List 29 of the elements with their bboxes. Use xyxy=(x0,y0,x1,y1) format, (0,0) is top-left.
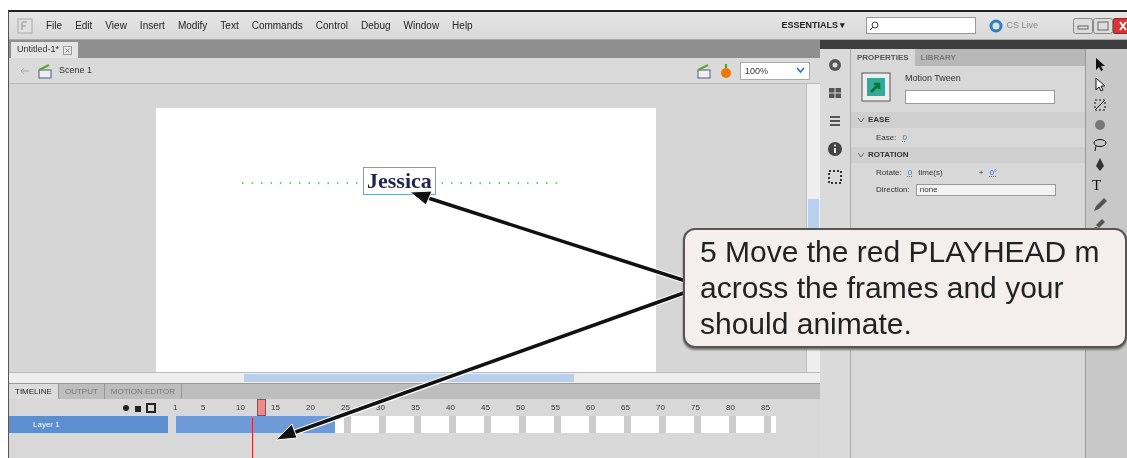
frame-number: 45 xyxy=(481,402,490,414)
frame-number: 85 xyxy=(761,402,770,414)
frame-number: 10 xyxy=(236,402,245,414)
sign-label: + xyxy=(978,166,984,179)
section-title: EASE xyxy=(868,114,890,126)
frame-number: 20 xyxy=(306,402,315,414)
frame-number: 1 xyxy=(173,402,178,414)
frame-number: 35 xyxy=(411,402,420,414)
frame-number: 65 xyxy=(621,402,630,414)
frame-number: 70 xyxy=(656,402,665,414)
frame-number: 5 xyxy=(201,402,206,414)
tween-type: Motion Tween xyxy=(905,72,962,85)
unit-label: time(s) xyxy=(918,166,943,179)
field-label: Direction: xyxy=(876,184,910,196)
section-title: ROTATION xyxy=(868,149,909,161)
frame-number: 40 xyxy=(446,402,455,414)
frame-number: 25 xyxy=(341,402,350,414)
frame-number: 15 xyxy=(271,402,280,414)
frame-number: 80 xyxy=(726,402,735,414)
zoom-value: 100% xyxy=(745,64,769,77)
frame-number: 75 xyxy=(691,402,700,414)
field-label: Rotate: xyxy=(876,166,902,179)
frame-number: 50 xyxy=(516,402,525,414)
frame-number: 55 xyxy=(551,402,560,414)
frame-number: 30 xyxy=(376,402,385,414)
field-label: Ease: xyxy=(876,131,897,144)
document-title: Untitled-1* xyxy=(17,43,60,57)
callout-text: 5 Move the red PLAYHEAD m across the frames and your should animate. xyxy=(700,234,1101,342)
frame-number: 60 xyxy=(586,402,595,414)
